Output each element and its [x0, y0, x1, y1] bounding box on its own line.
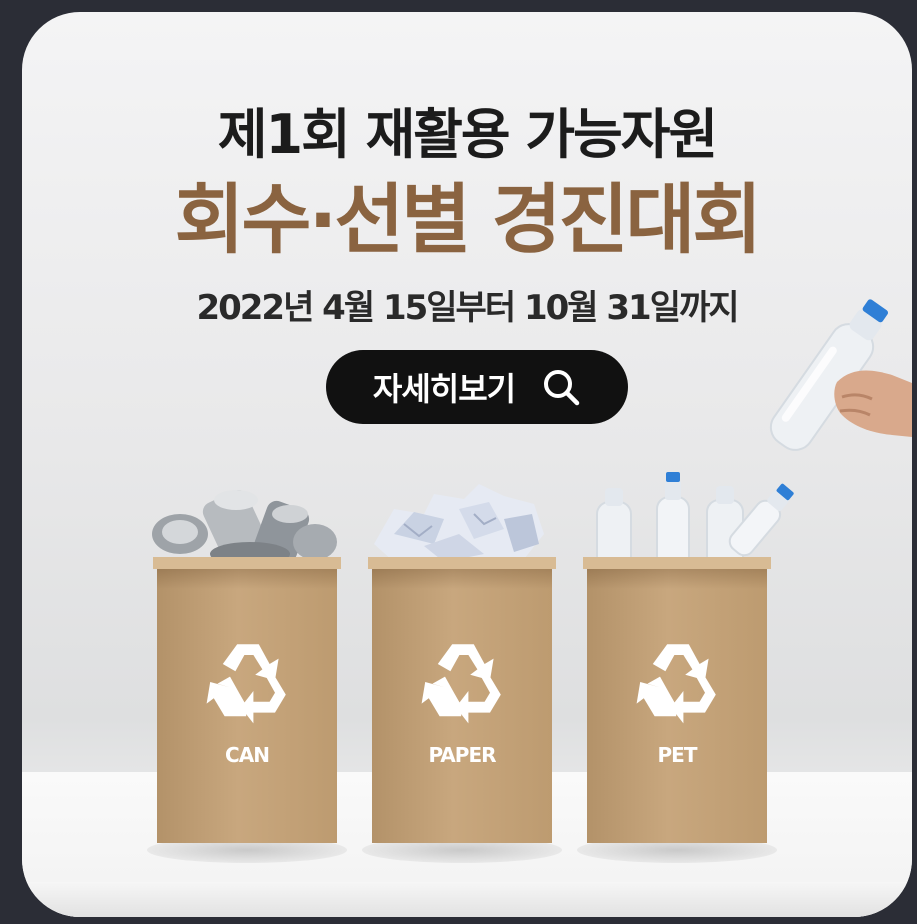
view-details-label: 자세히보기 — [372, 370, 516, 408]
hand-with-bottle-illustration — [769, 299, 912, 451]
bin-rim — [153, 557, 341, 569]
crumpled-paper-illustration — [374, 484, 544, 562]
recycle-icon — [206, 644, 286, 724]
bin-label: PAPER — [428, 743, 496, 767]
bin-inner-shade — [587, 569, 767, 589]
paper-recycling-bin: PAPER — [368, 557, 556, 843]
floor-edge — [22, 882, 912, 917]
crushed-cans-illustration — [152, 489, 337, 566]
plastic-bottles-illustration — [596, 472, 794, 567]
pet-recycling-bin: PET — [583, 557, 771, 843]
search-icon — [544, 370, 580, 406]
bin-rim — [583, 557, 771, 569]
banner-title-line2: 회수·선별 경진대회 — [174, 175, 763, 264]
view-details-button[interactable]: 자세히보기 — [326, 350, 628, 424]
bin-inner-shade — [372, 569, 552, 589]
can-recycling-bin: CAN — [153, 557, 341, 843]
bin-label: CAN — [225, 743, 270, 767]
bin-label: PET — [657, 743, 698, 767]
banner-card[interactable]: 제1회 재활용 가능자원 회수·선별 경진대회 2022년 4월 15일부터 1… — [22, 12, 912, 917]
bin-rim — [368, 557, 556, 569]
bin-inner-shade — [157, 569, 337, 589]
recycle-icon — [421, 644, 501, 724]
recycle-icon — [636, 644, 716, 724]
